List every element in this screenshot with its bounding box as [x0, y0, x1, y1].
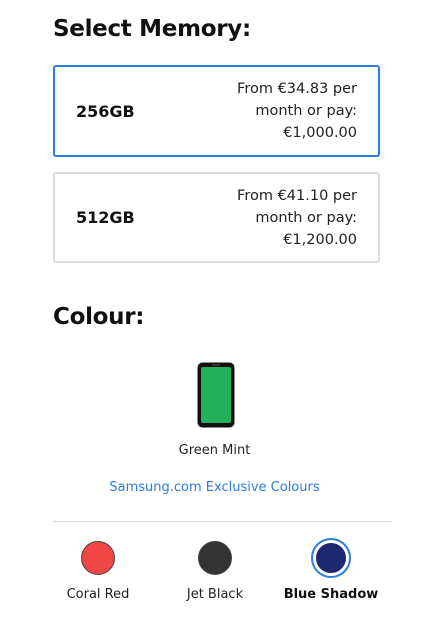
divider [53, 521, 392, 522]
memory-size-label: 512GB [76, 208, 135, 227]
memory-option-512gb[interactable]: 512GB From €41.10 per month or pay: €1,2… [53, 172, 380, 263]
swatch-color-dot [81, 541, 115, 575]
memory-section-title: Select Memory: [53, 16, 251, 42]
price-amount: €1,000.00 [283, 125, 357, 141]
swatch-label: Jet Black [186, 587, 244, 602]
swatch-label-selected: Blue Shadow [283, 587, 379, 602]
swatch-color-dot [315, 542, 347, 574]
phone-preview-icon [196, 361, 236, 429]
swatch-ring [195, 538, 235, 578]
swatch-coral-red[interactable]: Coral Red [38, 538, 158, 602]
swatch-color-dot [198, 541, 232, 575]
price-amount: €1,200.00 [283, 231, 357, 248]
selected-colour-name: Green Mint [178, 443, 251, 458]
product-options-page: Select Memory: 256GB From €34.83 per mon… [0, 0, 429, 640]
exclusive-colours-link[interactable]: Samsung.com Exclusive Colours [0, 480, 429, 495]
price-line: From €34.83 per [237, 81, 357, 97]
price-line: month or pay: [255, 209, 357, 226]
phone-screen [201, 367, 231, 423]
memory-size-label: 256GB [76, 101, 135, 121]
swatch-label: Coral Red [66, 587, 130, 602]
price-line: From €41.10 per [237, 187, 357, 204]
memory-price: From €34.83 per month or pay: €1,000.00 [217, 78, 357, 144]
colour-section-title: Colour: [53, 304, 145, 330]
swatch-ring [78, 538, 118, 578]
price-line: month or pay: [255, 103, 357, 119]
swatch-blue-shadow[interactable]: Blue Shadow [271, 538, 391, 602]
swatch-ring-selected [311, 538, 351, 578]
memory-option-256gb[interactable]: 256GB From €34.83 per month or pay: €1,0… [53, 65, 380, 157]
memory-price: From €41.10 per month or pay: €1,200.00 [217, 185, 357, 251]
swatch-jet-black[interactable]: Jet Black [155, 538, 275, 602]
